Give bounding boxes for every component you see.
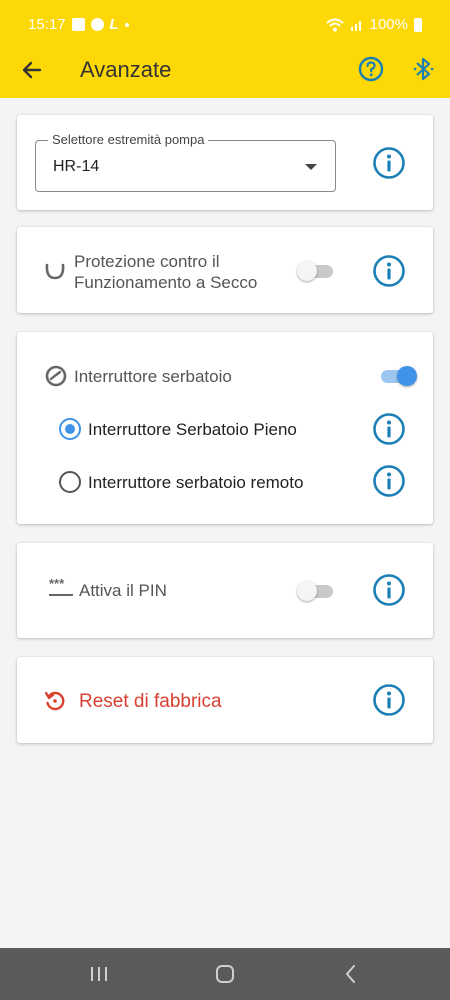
signal-icon [350, 20, 361, 31]
system-nav-bar [0, 948, 450, 1000]
notification-dot-icon [124, 22, 129, 27]
tank-full-radio[interactable] [59, 418, 81, 440]
factory-reset-label[interactable]: Reset di fabbrica [79, 691, 222, 713]
battery-icon [414, 17, 422, 32]
pump-selector-dropdown[interactable]: Selettore estremità pompa HR-14 [35, 132, 336, 192]
pin-card: *** Attiva il PIN [17, 543, 433, 638]
factory-reset-card[interactable]: Reset di fabbrica [17, 657, 433, 743]
app-logo-icon: L [109, 16, 119, 33]
tank-remote-label[interactable]: Interruttore serbatoio remoto [88, 473, 303, 493]
dropdown-arrow-icon[interactable] [305, 164, 317, 170]
info-icon[interactable] [372, 683, 406, 717]
pin-label: Attiva il PIN [79, 581, 167, 600]
dry-run-icon [45, 263, 65, 280]
dry-run-card: Protezione contro il Funzionamento a Sec… [17, 227, 433, 313]
pin-icon: *** [49, 577, 73, 596]
info-icon[interactable] [372, 573, 406, 607]
battery-percentage: 100% [369, 16, 408, 33]
back-nav-icon[interactable] [339, 962, 363, 986]
status-time: 15:17 [28, 16, 66, 33]
info-icon[interactable] [372, 464, 406, 498]
pump-selector-legend: Selettore estremità pompa [48, 132, 209, 147]
tank-remote-radio[interactable] [59, 471, 81, 493]
home-icon[interactable] [213, 962, 237, 986]
tank-switch-label: Interruttore serbatoio [74, 367, 232, 386]
help-icon[interactable] [357, 55, 385, 83]
recent-apps-icon[interactable] [87, 962, 111, 986]
pin-toggle[interactable] [297, 581, 333, 601]
back-arrow-icon[interactable] [18, 56, 46, 84]
tank-switch-card: Interruttore serbatoio Interruttore Serb… [17, 332, 433, 524]
bluetooth-icon[interactable] [412, 55, 436, 83]
tank-full-label[interactable]: Interruttore Serbatoio Pieno [88, 420, 297, 440]
info-icon[interactable] [372, 254, 406, 288]
pump-selector-value: HR-14 [53, 158, 100, 175]
info-icon[interactable] [372, 146, 406, 180]
dry-run-label: Protezione contro il Funzionamento a Sec… [74, 252, 258, 292]
pump-selector-card: Selettore estremità pompa HR-14 [17, 115, 433, 210]
page-title: Avanzate [80, 57, 172, 82]
status-bar: 15:17 L 100% [0, 0, 450, 48]
account-icon [90, 18, 104, 31]
dry-run-toggle[interactable] [297, 261, 333, 281]
wifi-icon [325, 18, 344, 31]
gallery-icon [71, 18, 85, 31]
app-bar: Avanzate [0, 48, 450, 98]
reset-icon [44, 691, 65, 711]
info-icon[interactable] [372, 412, 406, 446]
tank-switch-toggle[interactable] [379, 366, 417, 386]
gauge-icon [45, 365, 67, 387]
